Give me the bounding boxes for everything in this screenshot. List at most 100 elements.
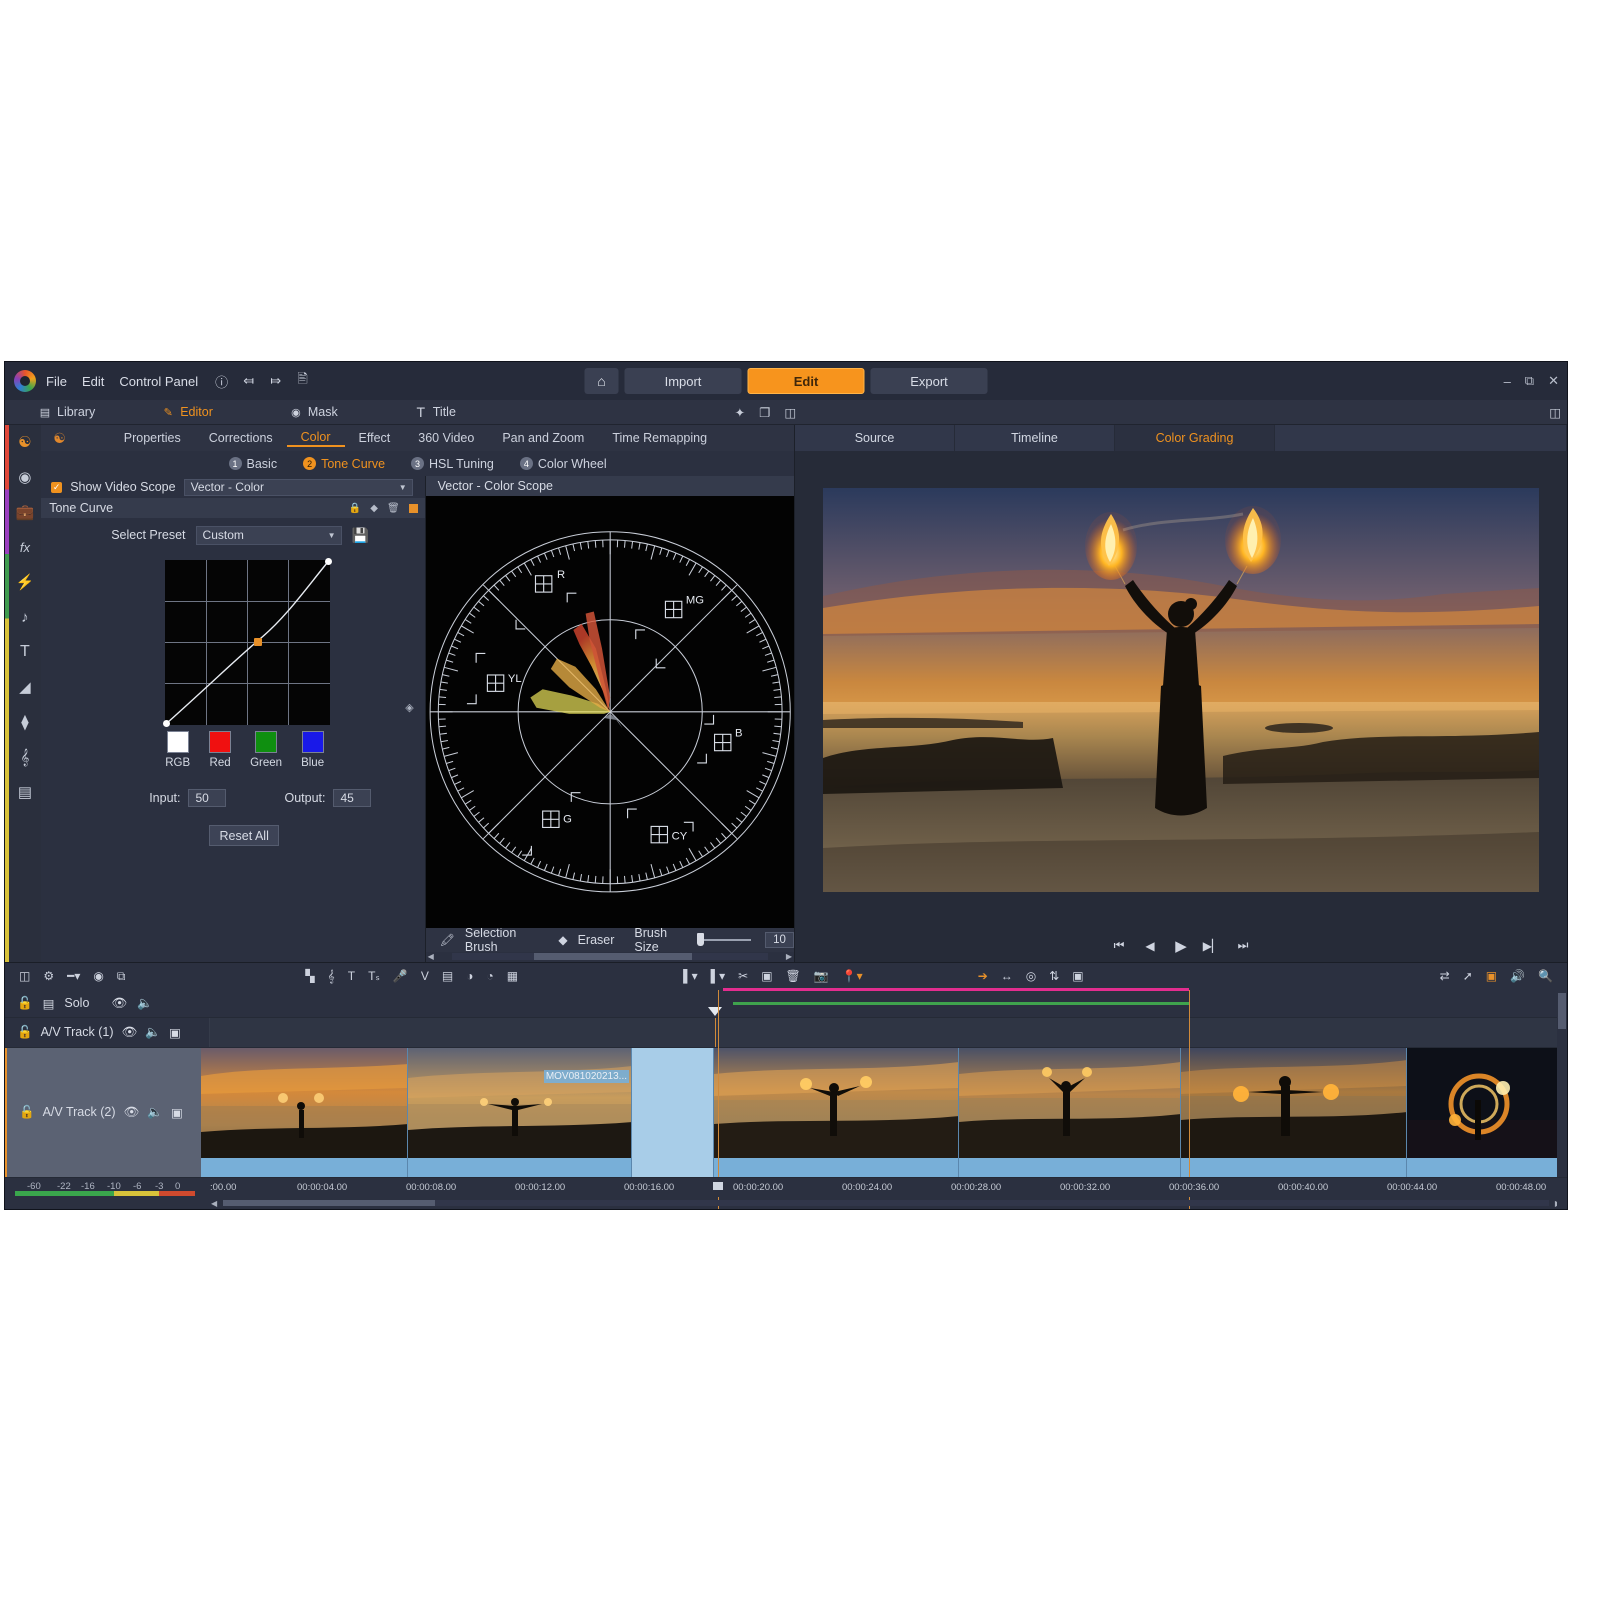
speaker-icon[interactable]: 🔈 xyxy=(147,1105,163,1120)
storyboard-icon[interactable]: ▤ xyxy=(442,968,453,984)
undo-icon[interactable]: ⤆ xyxy=(241,373,256,389)
marker-in-icon[interactable]: ▌▾ xyxy=(683,968,698,984)
channel-green[interactable]: Green xyxy=(250,731,282,769)
eraser-label[interactable]: Eraser xyxy=(578,933,615,947)
channel-rgb[interactable]: RGB xyxy=(165,731,190,769)
tab-source[interactable]: Source xyxy=(795,424,955,451)
clef-icon[interactable]: 𝄞 xyxy=(328,968,335,984)
eraser-icon[interactable]: ◆ xyxy=(558,933,567,947)
input-field[interactable]: 50 xyxy=(188,789,227,807)
preset-select[interactable]: Custom ▼ xyxy=(195,525,342,545)
reset-all-button[interactable]: Reset All xyxy=(209,825,280,846)
thumbnail-icon[interactable]: ▣ xyxy=(1072,968,1083,984)
subtab-tone-curve[interactable]: 2 Tone Curve xyxy=(303,457,385,471)
timeline-clip[interactable] xyxy=(1407,1047,1567,1177)
basket-icon[interactable]: ☯ xyxy=(53,430,66,447)
audio-clef-icon[interactable]: 𝄞 xyxy=(14,746,36,768)
tab-properties[interactable]: Properties xyxy=(110,431,195,445)
curve-point-white[interactable] xyxy=(325,558,333,565)
menu-item-file[interactable]: File xyxy=(46,374,67,389)
scroll-right-arrow-icon[interactable]: ▶ xyxy=(786,952,792,961)
play-icon[interactable]: ▶ xyxy=(1173,938,1189,955)
curve-point-mid[interactable] xyxy=(254,638,263,646)
marker-color-icon[interactable]: ▣ xyxy=(1486,968,1497,984)
fx-icon[interactable]: fx xyxy=(14,536,36,558)
scroll-thumb[interactable] xyxy=(533,953,692,961)
av-track-1-body[interactable] xyxy=(210,1017,1567,1047)
skip-start-icon[interactable]: ⏮ xyxy=(1111,938,1127,953)
subtab-basic[interactable]: 1 Basic xyxy=(228,457,277,471)
mask-blend-icon[interactable]: ◔ xyxy=(486,968,493,984)
video-preview-frame[interactable] xyxy=(823,488,1539,893)
lock-icon[interactable]: 🔒 xyxy=(349,503,361,514)
fit-icon[interactable]: ⇄ xyxy=(1440,968,1450,984)
eye-icon[interactable]: 👁 xyxy=(124,1105,140,1120)
eye-icon[interactable]: 👁 xyxy=(111,996,127,1011)
tab-editor[interactable]: ✎ Editor xyxy=(146,400,229,425)
selection-brush-label[interactable]: Selection Brush xyxy=(465,926,538,954)
chroma-icon[interactable]: V xyxy=(421,968,429,984)
redo-icon[interactable]: ⤇ xyxy=(268,373,283,389)
tab-pan-and-zoom[interactable]: Pan and Zoom xyxy=(488,431,598,445)
help-icon[interactable]: ⓘ xyxy=(214,374,229,390)
thumb-icon[interactable]: ▣ xyxy=(171,1105,183,1120)
restore-icon[interactable]: ⧉ xyxy=(1525,373,1534,389)
duplicate-icon[interactable]: ❐ xyxy=(759,405,770,420)
clip-strip[interactable]: MOV081020213... xyxy=(201,1047,1567,1177)
step-forward-icon[interactable]: ▶▏ xyxy=(1203,939,1221,953)
color-square-icon[interactable] xyxy=(408,503,418,513)
timeline-bottom-scrollbar[interactable]: ◀ ▶ xyxy=(5,1197,1567,1209)
menu-item-edit[interactable]: Edit xyxy=(82,374,104,389)
tab-time-remapping[interactable]: Time Remapping xyxy=(598,431,721,445)
output-field[interactable]: 45 xyxy=(333,789,372,807)
tab-mask[interactable]: ◉ Mask xyxy=(274,400,354,425)
export-button[interactable]: Export xyxy=(870,368,988,394)
detach-icon[interactable]: ⧉ xyxy=(117,968,126,984)
timeline-vscroll-thumb[interactable] xyxy=(1558,992,1566,1029)
trash-icon[interactable]: 🗑 xyxy=(786,968,801,984)
panel-layout-icon[interactable]: ◫ xyxy=(1549,405,1561,420)
show-video-scope-checkbox[interactable]: ✓ xyxy=(51,481,63,493)
track-manager-icon[interactable]: ◫ xyxy=(19,968,30,984)
text-to-speech-icon[interactable]: Tₛ xyxy=(368,968,380,984)
tab-timeline[interactable]: Timeline xyxy=(955,424,1115,451)
tab-color[interactable]: Color xyxy=(286,430,345,447)
playhead-handle-icon[interactable] xyxy=(713,1181,723,1190)
tab-library[interactable]: ▤ Library xyxy=(23,400,111,425)
playhead-line[interactable] xyxy=(715,1017,716,1047)
crop-icon[interactable]: ▣ xyxy=(761,968,772,984)
save-disk-icon[interactable]: 💾 xyxy=(352,527,369,544)
vectorscope-canvas[interactable]: R MG B CY G YL xyxy=(425,496,794,928)
menu-item-control-panel[interactable]: Control Panel xyxy=(119,374,198,389)
home-icon[interactable]: ⌂ xyxy=(584,368,619,394)
trim-icon[interactable]: ↔ xyxy=(1001,968,1013,984)
magic-wand-icon[interactable]: ✦ xyxy=(735,405,745,420)
keyboard-icon[interactable]: ▤ xyxy=(14,781,36,803)
record-icon[interactable]: ◉ xyxy=(93,968,103,984)
pip-object-icon[interactable]: 💼 xyxy=(14,501,36,523)
marker-icon[interactable]: 📍▾ xyxy=(842,968,863,984)
playhead-marker-icon[interactable] xyxy=(708,1006,722,1016)
tab-corrections[interactable]: Corrections xyxy=(195,431,287,445)
timeline-clip-selected-gap[interactable] xyxy=(632,1047,714,1177)
selection-brush-icon[interactable]: 🖍 xyxy=(440,933,455,947)
layers-icon[interactable]: ⧫ xyxy=(14,711,36,733)
scroll-thumb[interactable] xyxy=(223,1200,436,1206)
editor-horizontal-scrollbar[interactable]: ◀ ▶ xyxy=(425,951,794,962)
track-mode-icon[interactable]: ━▾ xyxy=(67,968,80,984)
snapshot-icon[interactable]: 📷 xyxy=(814,968,829,984)
speaker-icon[interactable]: 🔈 xyxy=(137,996,153,1011)
lock-icon[interactable]: 🔓 xyxy=(17,996,33,1011)
timeline-clip[interactable] xyxy=(1181,1047,1407,1177)
ruler-scale[interactable]: :00.00 00:00:04.00 00:00:08.00 00:00:12.… xyxy=(210,1178,1567,1198)
channel-blue[interactable]: Blue xyxy=(301,731,324,769)
import-button[interactable]: Import xyxy=(624,368,742,394)
solo-label[interactable]: Solo xyxy=(64,996,89,1010)
split-icon[interactable]: ✂ xyxy=(738,968,748,984)
paint-designer-icon[interactable]: ▦ xyxy=(507,968,518,984)
tab-360-video[interactable]: 360 Video xyxy=(404,431,488,445)
blend-icon[interactable]: ◑ xyxy=(466,968,473,984)
av-track-2-label[interactable]: A/V Track (2) xyxy=(43,1105,116,1119)
skip-end-icon[interactable]: ⏭ xyxy=(1235,938,1251,953)
multi-trim-icon[interactable]: ⇅ xyxy=(1049,968,1059,984)
